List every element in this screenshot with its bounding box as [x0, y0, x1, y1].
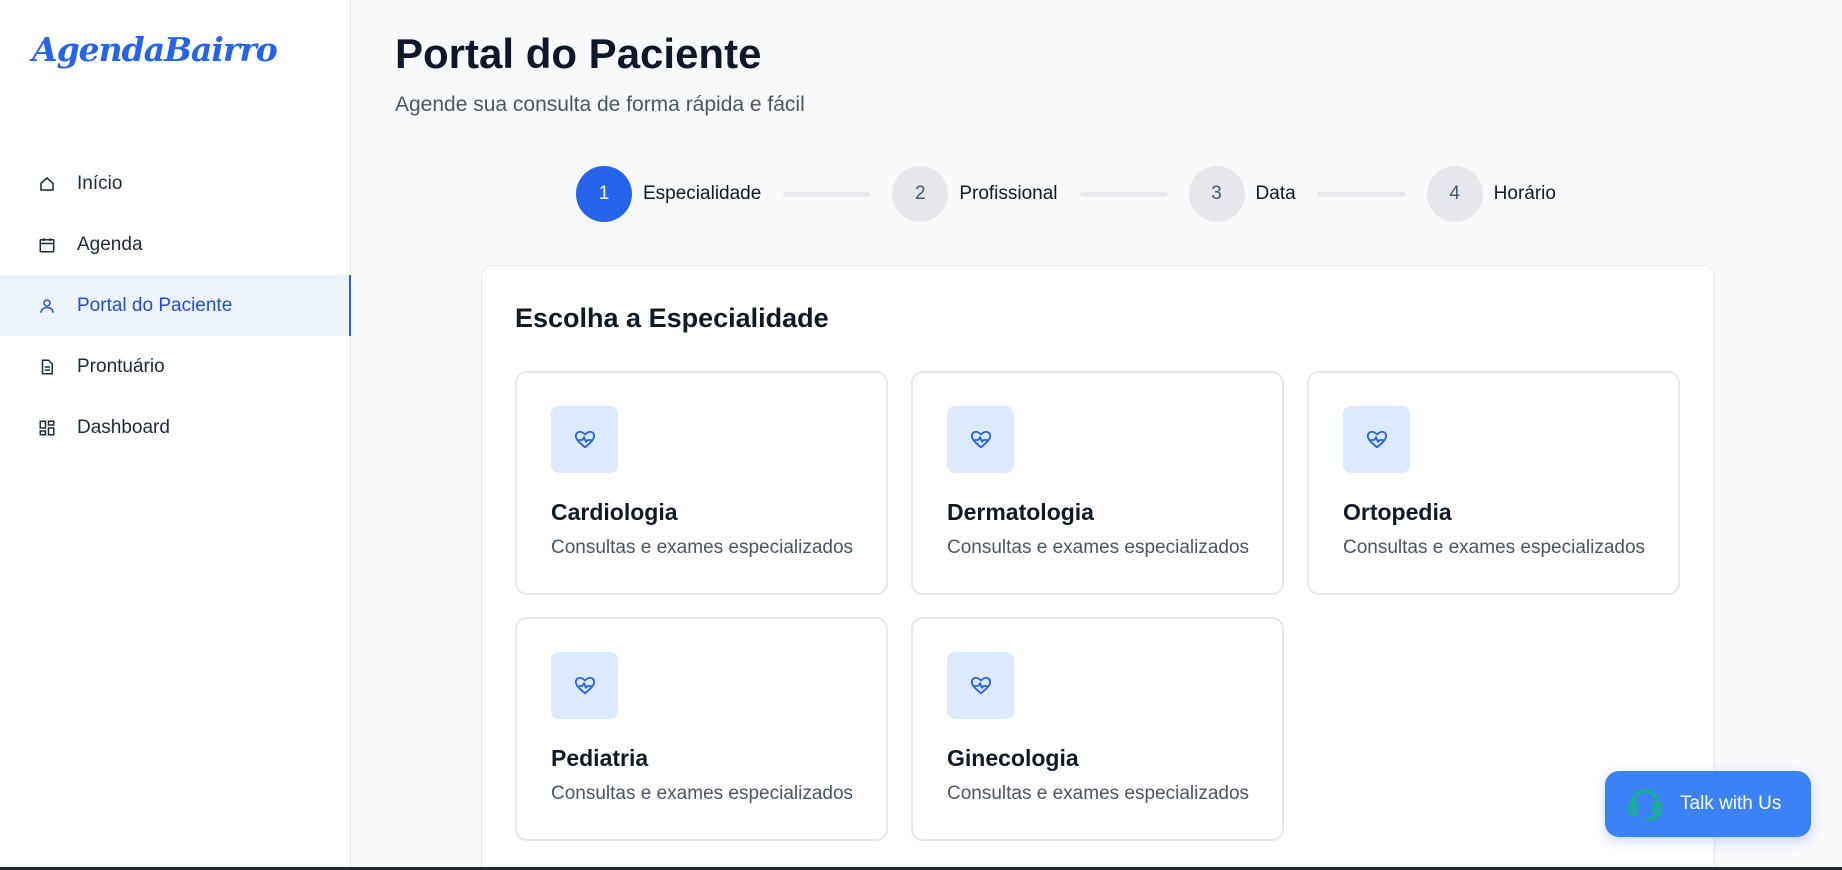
- specialty-card-pediatria[interactable]: Pediatria Consultas e exames especializa…: [515, 617, 888, 841]
- specialty-card-cardiologia[interactable]: Cardiologia Consultas e exames especiali…: [515, 371, 888, 595]
- sidebar-item-label: Dashboard: [77, 416, 170, 438]
- specialty-name: Ortopedia: [1343, 499, 1452, 525]
- page-subtitle: Agende sua consulta de forma rápida e fá…: [395, 93, 805, 116]
- step-connector: [1079, 191, 1168, 197]
- sidebar-item-label: Agenda: [77, 233, 143, 255]
- home-icon: [37, 174, 57, 194]
- specialty-card-ortopedia[interactable]: Ortopedia Consultas e exames especializa…: [1307, 371, 1680, 595]
- specialty-description: Consultas e exames especializados: [551, 783, 854, 804]
- step-horario[interactable]: 4 Horário: [1426, 166, 1556, 222]
- heart-pulse-icon: [947, 406, 1014, 473]
- sidebar-item-agenda[interactable]: Agenda: [0, 214, 351, 275]
- sidebar-item-dashboard[interactable]: Dashboard: [0, 397, 351, 458]
- calendar-icon: [37, 235, 57, 255]
- specialty-name: Cardiologia: [551, 499, 678, 525]
- sidebar-nav: Início Agenda Portal do Paciente Prontuá…: [0, 153, 351, 458]
- app-logo[interactable]: AgendaBairro: [32, 30, 278, 69]
- sidebar-item-prontuario[interactable]: Prontuário: [0, 336, 351, 397]
- specialty-name: Ginecologia: [947, 745, 1079, 771]
- section-title: Escolha a Especialidade: [515, 303, 829, 333]
- specialty-description: Consultas e exames especializados: [551, 537, 854, 558]
- sidebar-item-inicio[interactable]: Início: [0, 153, 351, 214]
- step-especialidade[interactable]: 1 Especialidade: [576, 166, 761, 222]
- page-title: Portal do Paciente: [395, 30, 762, 77]
- step-number: 3: [1188, 166, 1245, 222]
- specialty-card-dermatologia[interactable]: Dermatologia Consultas e exames especial…: [911, 371, 1284, 595]
- step-label: Horário: [1493, 183, 1556, 204]
- document-icon: [37, 357, 57, 377]
- specialty-card-ginecologia[interactable]: Ginecologia Consultas e exames especiali…: [911, 617, 1284, 841]
- step-connector: [783, 191, 872, 197]
- chat-label: Talk with Us: [1680, 793, 1782, 814]
- specialty-name: Pediatria: [551, 745, 649, 771]
- booking-stepper: 1 Especialidade 2 Profissional 3 Data 4 …: [576, 166, 1556, 222]
- heart-pulse-icon: [947, 652, 1014, 719]
- heart-pulse-icon: [1343, 406, 1410, 473]
- step-label: Especialidade: [643, 183, 762, 204]
- sidebar-item-portal-do-paciente[interactable]: Portal do Paciente: [0, 275, 351, 336]
- step-data[interactable]: 3 Data: [1188, 166, 1296, 222]
- user-icon: [37, 296, 57, 316]
- specialty-description: Consultas e exames especializados: [1343, 537, 1646, 558]
- step-connector: [1317, 191, 1406, 197]
- headset-icon: [1625, 784, 1665, 824]
- step-number: 1: [576, 166, 632, 222]
- step-number: 4: [1426, 166, 1483, 222]
- talk-with-us-button[interactable]: Talk with Us: [1605, 771, 1811, 837]
- step-label: Profissional: [959, 183, 1058, 204]
- sidebar-item-label: Portal do Paciente: [77, 294, 233, 316]
- dashboard-icon: [37, 418, 57, 438]
- specialty-description: Consultas e exames especializados: [947, 783, 1250, 804]
- sidebar: AgendaBairro Início Agenda Portal do Pac…: [0, 0, 351, 870]
- specialty-description: Consultas e exames especializados: [947, 537, 1250, 558]
- sidebar-item-label: Início: [77, 172, 123, 194]
- step-label: Data: [1255, 183, 1296, 204]
- main-content: Portal do Paciente Agende sua consulta d…: [351, 0, 1842, 870]
- step-number: 2: [892, 166, 949, 222]
- step-profissional[interactable]: 2 Profissional: [892, 166, 1058, 222]
- heart-pulse-icon: [551, 406, 618, 473]
- sidebar-item-label: Prontuário: [77, 355, 165, 377]
- specialty-selection-card: Escolha a Especialidade Cardiologia Cons…: [481, 265, 1715, 870]
- heart-pulse-icon: [551, 652, 618, 719]
- specialty-name: Dermatologia: [947, 499, 1094, 525]
